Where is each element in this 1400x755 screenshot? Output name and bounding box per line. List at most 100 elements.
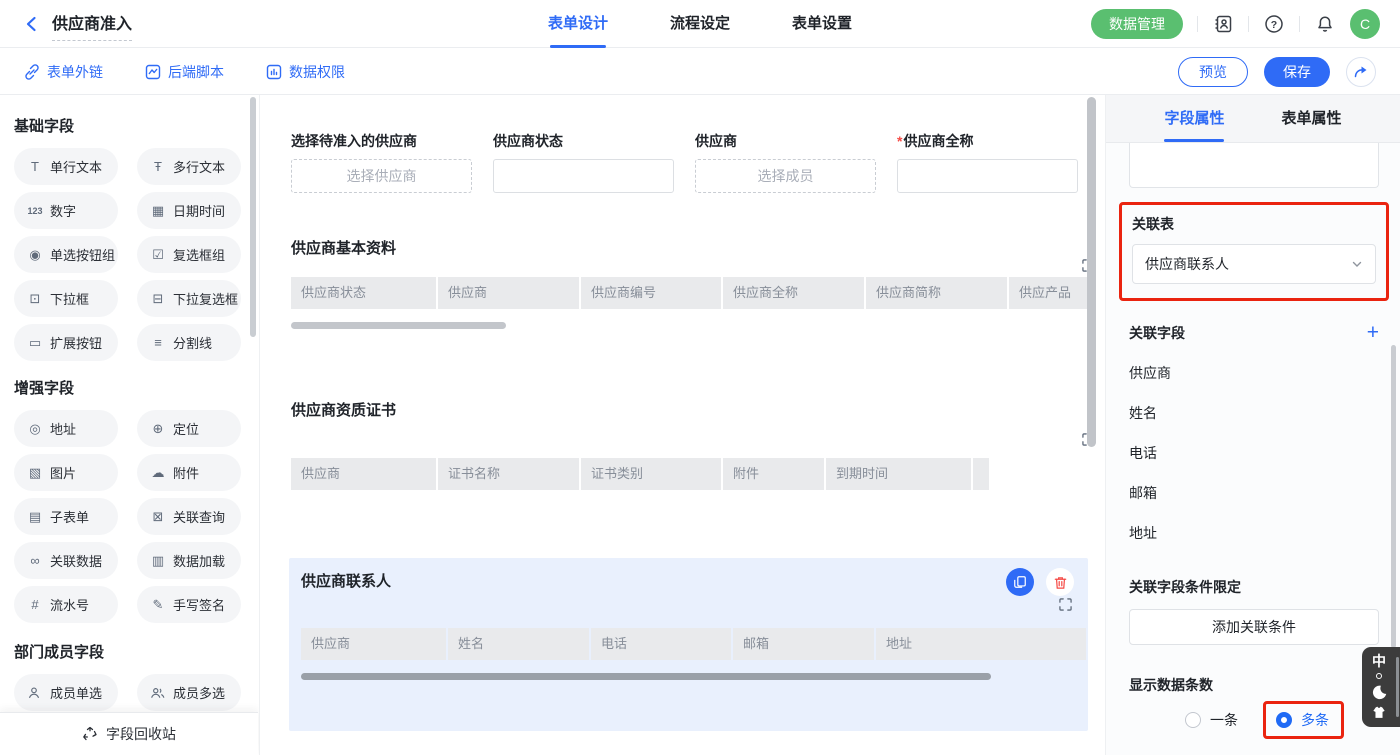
horizontal-scrollbar[interactable] xyxy=(291,322,506,329)
number-icon: 123 xyxy=(27,206,43,216)
field-button-member-multi[interactable]: 成员多选 xyxy=(137,674,241,711)
field-button-checkbox-group[interactable]: ☑复选框组 xyxy=(137,236,241,273)
field-supplier-full-name[interactable]: *供应商全称 xyxy=(897,131,1078,193)
data-manage-button[interactable]: 数据管理 xyxy=(1091,9,1183,39)
radio-single[interactable] xyxy=(1185,712,1201,728)
floating-input-widget[interactable]: 中 xyxy=(1362,647,1400,727)
subform-supplier-contacts-selected[interactable]: 供应商联系人 供应商 姓名 电话 邮箱 地址 xyxy=(289,558,1088,731)
field-recycle-bin[interactable]: 字段回收站 xyxy=(0,712,258,755)
divider-line-icon: ≡ xyxy=(150,335,166,350)
display-count-label: 显示数据条数 xyxy=(1129,675,1379,695)
permission-icon xyxy=(266,64,282,80)
tab-form-setting[interactable]: 表单设置 xyxy=(792,0,852,48)
top-header: 供应商准入 表单设计 流程设定 表单设置 数据管理 ? xyxy=(0,0,1400,48)
widget-handle-bar xyxy=(1396,657,1399,717)
mode-dot-icon[interactable] xyxy=(1376,673,1382,679)
panel-vertical-scrollbar[interactable] xyxy=(1391,345,1396,648)
save-button[interactable]: 保存 xyxy=(1264,57,1330,87)
form-external-link[interactable]: 表单外链 xyxy=(24,62,103,82)
field-button-image[interactable]: ▧图片 xyxy=(14,454,118,491)
field-button-address[interactable]: ◎地址 xyxy=(14,410,118,447)
related-field-item[interactable]: 供应商 xyxy=(1129,363,1379,383)
backend-script-link[interactable]: 后端脚本 xyxy=(145,62,224,82)
skin-tshirt-icon[interactable] xyxy=(1371,706,1387,719)
tab-form-properties[interactable]: 表单属性 xyxy=(1281,95,1341,142)
person-icon xyxy=(27,686,43,700)
dropdown-icon: ⊡ xyxy=(27,291,43,307)
sidebar-scrollbar[interactable] xyxy=(250,97,256,337)
radio-multiple[interactable] xyxy=(1276,712,1292,728)
svg-text:?: ? xyxy=(1271,19,1277,31)
notification-bell-icon[interactable] xyxy=(1314,13,1336,35)
select-member-input[interactable]: 选择成员 xyxy=(695,159,876,193)
add-condition-button[interactable]: 添加关联条件 xyxy=(1129,609,1379,645)
single-line-text-icon: T xyxy=(27,159,43,174)
related-fields-label: 关联字段 xyxy=(1129,323,1185,343)
related-field-item[interactable]: 姓名 xyxy=(1129,403,1379,423)
related-field-item[interactable]: 电话 xyxy=(1129,443,1379,463)
related-field-item[interactable]: 邮箱 xyxy=(1129,483,1379,503)
field-button-single-line-text[interactable]: T单行文本 xyxy=(14,148,118,185)
expand-icon[interactable] xyxy=(291,259,1105,273)
field-button-multi-line-text[interactable]: Ŧ多行文本 xyxy=(137,148,241,185)
checkbox-icon: ☑ xyxy=(150,247,166,263)
field-button-multi-dropdown[interactable]: ⊟下拉复选框 xyxy=(137,280,241,317)
preview-button[interactable]: 预览 xyxy=(1178,57,1248,87)
field-button-data-load[interactable]: ▥数据加载 xyxy=(137,542,241,579)
pen-icon: ✎ xyxy=(150,597,166,613)
form-toolbar: 表单外链 后端脚本 数据权限 xyxy=(0,49,1400,95)
field-supplier-member[interactable]: 供应商 选择成员 xyxy=(695,131,876,193)
related-field-item[interactable]: 地址 xyxy=(1129,523,1379,543)
field-button-signature[interactable]: ✎手写签名 xyxy=(137,586,241,623)
expand-icon[interactable] xyxy=(291,433,1105,447)
radio-single-label[interactable]: 一条 xyxy=(1210,710,1238,730)
supplier-full-name-input[interactable] xyxy=(897,159,1078,193)
field-button-dropdown[interactable]: ⊡下拉框 xyxy=(14,280,118,317)
subform-supplier-certificates[interactable]: 供应商资质证书 供应商 证书名称 证书类别 附件 到期时间 xyxy=(291,401,1105,490)
duplicate-button[interactable] xyxy=(1006,568,1034,596)
multi-line-text-icon: Ŧ xyxy=(150,159,166,174)
related-table-dropdown[interactable]: 供应商联系人 xyxy=(1132,244,1376,284)
data-permission-link[interactable]: 数据权限 xyxy=(266,62,345,82)
copy-icon xyxy=(1013,575,1027,589)
help-icon[interactable]: ? xyxy=(1263,13,1285,35)
back-icon[interactable] xyxy=(20,12,44,36)
canvas-vertical-scrollbar[interactable] xyxy=(1087,97,1096,447)
page-title[interactable]: 供应商准入 xyxy=(52,15,132,41)
delete-button[interactable] xyxy=(1046,568,1074,596)
field-button-radio-group[interactable]: ◉单选按钮组 xyxy=(14,236,118,273)
language-toggle[interactable]: 中 xyxy=(1372,654,1386,668)
field-button-serial-number[interactable]: #流水号 xyxy=(14,586,118,623)
radio-multiple-label[interactable]: 多条 xyxy=(1301,710,1329,730)
contact-book-icon[interactable] xyxy=(1212,13,1234,35)
field-select-supplier-to-admit[interactable]: 选择待准入的供应商 选择供应商 xyxy=(291,131,472,193)
tab-flow-setting[interactable]: 流程设定 xyxy=(670,0,730,48)
expand-icon[interactable] xyxy=(301,598,1088,612)
subform-supplier-basic-info[interactable]: 供应商基本资料 供应商状态 供应商 供应商编号 供应商全称 供应商简称 供应产品 xyxy=(291,239,1105,329)
field-button-location[interactable]: ⊕定位 xyxy=(137,410,241,447)
moon-icon[interactable] xyxy=(1371,684,1388,701)
field-button-datetime[interactable]: ▦日期时间 xyxy=(137,192,241,229)
tab-form-design[interactable]: 表单设计 xyxy=(548,0,608,48)
supplier-status-input[interactable] xyxy=(493,159,674,193)
field-button-linked-query[interactable]: ⊠关联查询 xyxy=(137,498,241,535)
add-related-field-icon[interactable]: + xyxy=(1367,324,1379,342)
tab-field-properties[interactable]: 字段属性 xyxy=(1164,95,1224,142)
field-button-attachment[interactable]: ☁附件 xyxy=(137,454,241,491)
section-title-basic-fields: 基础字段 xyxy=(14,115,259,136)
location-crosshair-icon: ⊕ xyxy=(150,421,166,437)
horizontal-scrollbar[interactable] xyxy=(301,673,991,680)
user-avatar[interactable]: C xyxy=(1350,9,1380,39)
field-button-divider-line[interactable]: ≡分割线 xyxy=(137,324,241,361)
address-pin-icon: ◎ xyxy=(27,421,43,437)
field-button-extend-button[interactable]: ▭扩展按钮 xyxy=(14,324,118,361)
share-button[interactable] xyxy=(1346,57,1376,87)
field-button-member-single[interactable]: 成员单选 xyxy=(14,674,118,711)
truncated-input-box[interactable] xyxy=(1129,143,1379,188)
calendar-icon: ▦ xyxy=(150,203,166,219)
select-supplier-input[interactable]: 选择供应商 xyxy=(291,159,472,193)
field-button-number[interactable]: 123数字 xyxy=(14,192,118,229)
field-supplier-status[interactable]: 供应商状态 xyxy=(493,131,674,193)
field-button-linked-data[interactable]: ∞关联数据 xyxy=(14,542,118,579)
field-button-subform[interactable]: ▤子表单 xyxy=(14,498,118,535)
